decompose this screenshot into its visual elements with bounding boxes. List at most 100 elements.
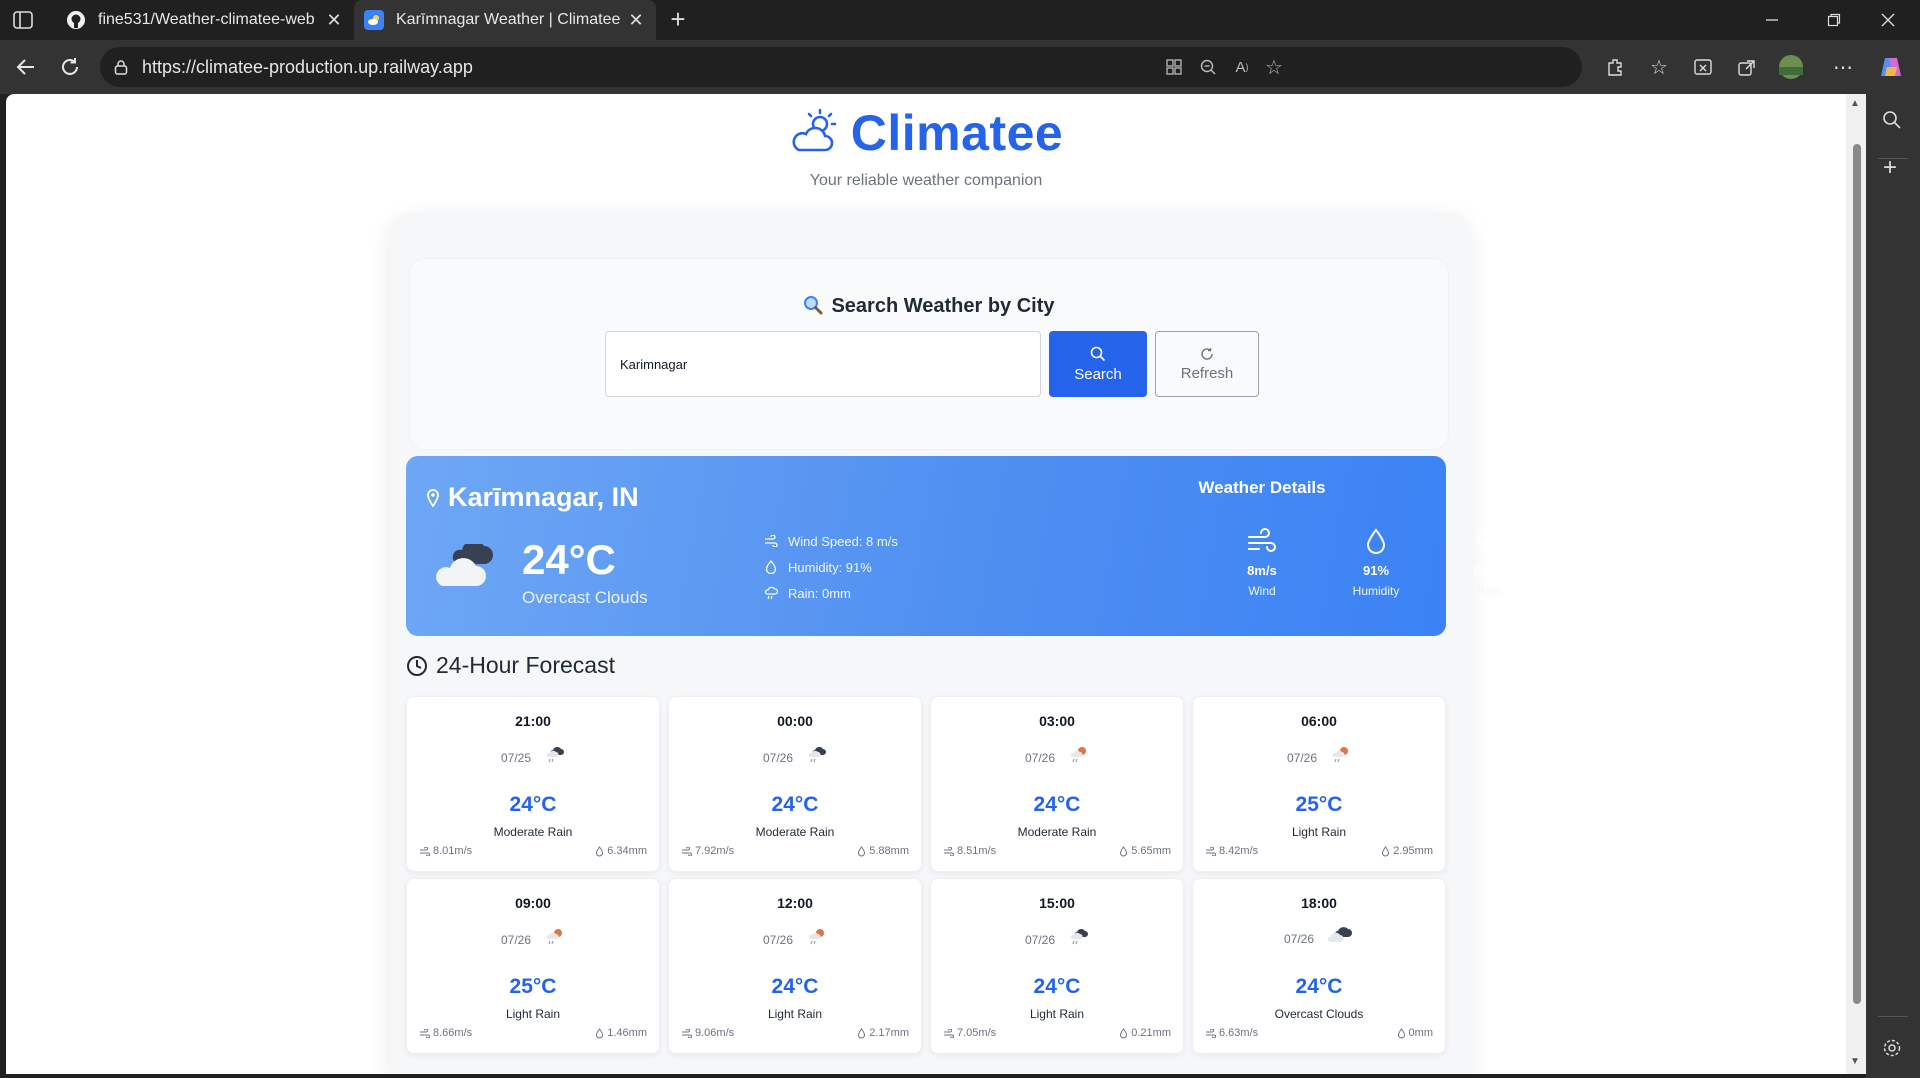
wind-icon (682, 1028, 692, 1038)
scroll-down-arrow-icon[interactable]: ▼ (1850, 1056, 1860, 1067)
forecast-card-1200: 12:00 07/26 24°C Light Rain 9.06m/s 2.17… (668, 878, 922, 1054)
scrollbar-thumb[interactable] (1853, 144, 1861, 1004)
forecast-rain-value: 0.21mm (1131, 1027, 1171, 1039)
forecast-wind-value: 9.06m/s (695, 1027, 735, 1039)
copilot-icon[interactable] (1878, 54, 1904, 80)
humidity-text: Humidity: 91% (788, 559, 872, 575)
forecast-wind: 8.66m/s (419, 1027, 472, 1039)
search-heading: Search Weather by City (410, 295, 1448, 321)
droplet-icon (1120, 1027, 1128, 1038)
forecast-stats: 8.51m/s 5.65mm (943, 845, 1171, 857)
address-toolbar: https://climatee-production.up.railway.a… (0, 40, 1920, 94)
more-options-icon[interactable]: ⋯ (1830, 54, 1856, 80)
forecast-temp: 25°C (1295, 793, 1343, 816)
favorites-icon[interactable]: ☆ (1646, 54, 1672, 80)
forecast-temp: 25°C (509, 975, 557, 998)
rain-cloud-icon (1476, 527, 1504, 553)
tab-climatee[interactable]: Karīmnagar Weather | Climatee ✕ (354, 0, 656, 40)
forecast-rain-value: 5.88mm (869, 845, 909, 857)
detail-wind: 8m/s Wind (1217, 528, 1307, 598)
forecast-temp: 24°C (1033, 793, 1081, 816)
wind-icon (1248, 528, 1276, 552)
forecast-description: Light Rain (505, 1007, 561, 1021)
close-icon[interactable]: ✕ (324, 10, 344, 30)
forecast-heading: 24-Hour Forecast (406, 652, 615, 679)
detail-humidity: 91% Humidity (1331, 528, 1421, 598)
wind-icon (1206, 846, 1216, 856)
forecast-description: Moderate Rain (493, 825, 573, 839)
screenshot-icon[interactable] (1690, 54, 1716, 80)
forecast-wind-value: 8.42m/s (1219, 845, 1259, 857)
location-pin-icon (427, 488, 439, 507)
read-aloud-icon[interactable]: A) (1230, 57, 1254, 77)
favorite-star-icon[interactable]: ☆ (1262, 57, 1286, 79)
close-icon[interactable]: ✕ (626, 10, 646, 30)
restore-icon[interactable] (1822, 8, 1846, 32)
page-viewport: Climatee Your reliable weather companion… (6, 94, 1846, 1074)
profile-avatar[interactable] (1778, 54, 1804, 80)
new-tab-plus-icon[interactable]: + (664, 6, 692, 34)
city-search-input[interactable] (605, 331, 1041, 397)
forecast-date: 07/26 (762, 750, 794, 765)
rain-day-icon (545, 927, 565, 952)
forecast-date: 07/25 (500, 750, 532, 765)
app-available-icon[interactable] (1162, 57, 1186, 77)
forecast-wind: 8.42m/s (1205, 845, 1258, 857)
url-text: https://climatee-production.up.railway.a… (142, 57, 473, 77)
forecast-rain: 5.88mm (857, 845, 909, 857)
add-sidebar-app-plus-icon[interactable]: + (1883, 154, 1897, 182)
magnifier-icon (803, 295, 823, 321)
forecast-rain-value: 6.34mm (607, 845, 647, 857)
extensions-icon[interactable] (1602, 54, 1628, 80)
forecast-rain: 0.21mm (1119, 1027, 1171, 1039)
minimize-icon[interactable] (1760, 8, 1784, 32)
forecast-time: 03:00 (1039, 713, 1075, 729)
search-icon[interactable] (1882, 110, 1902, 135)
forecast-rain: 1.46mm (595, 1027, 647, 1039)
close-window-icon[interactable] (1876, 8, 1900, 32)
search-icon (1090, 346, 1106, 361)
droplet-icon (1382, 845, 1390, 856)
zoom-out-icon[interactable] (1196, 57, 1220, 77)
search-section: Search Weather by City Search Refresh (409, 258, 1449, 450)
current-condition: Overcast Clouds (522, 588, 648, 607)
scroll-up-arrow-icon[interactable]: ▲ (1850, 98, 1860, 109)
overcast-cloud-icon (436, 540, 498, 593)
forecast-description: Light Rain (1029, 1007, 1085, 1021)
forecast-temp: 24°C (509, 793, 557, 816)
sidebar-toggle-icon[interactable] (12, 10, 34, 30)
wind-icon (420, 846, 430, 856)
page-scrollbar[interactable]: ▲ ▼ (1846, 94, 1866, 1074)
wind-speed-text: Wind Speed: 8 m/s (788, 533, 898, 549)
settings-gear-icon[interactable] (1882, 1038, 1902, 1063)
forecast-card-0000: 00:00 07/26 24°C Moderate Rain 7.92m/s 5… (668, 696, 922, 872)
browser-sidebar: + (1866, 94, 1920, 1078)
browser-tab-bar: fine531/Weather-climatee-web ✕ Karīmnaga… (0, 0, 1920, 40)
back-arrow-icon[interactable] (12, 53, 40, 81)
tab-github[interactable]: fine531/Weather-climatee-web ✕ (56, 0, 354, 40)
forecast-stats: 6.63m/s 0mm (1205, 1027, 1433, 1039)
rain-text: Rain: 0mm (788, 585, 851, 601)
rain-night-icon (1069, 927, 1089, 952)
forecast-date-row: 07/26 (407, 927, 659, 952)
current-quick-stats: Wind Speed: 8 m/s Humidity: 91% Rain: 0m… (764, 528, 898, 606)
detail-rain-value: 0mm (1473, 563, 1505, 578)
share-icon[interactable] (1734, 54, 1760, 80)
rain-day-icon (807, 927, 827, 952)
forecast-card-1500: 15:00 07/26 24°C Light Rain 7.05m/s 0.21… (930, 878, 1184, 1054)
forecast-card-0300: 03:00 07/26 24°C Moderate Rain 8.51m/s 5… (930, 696, 1184, 872)
forecast-time: 21:00 (515, 713, 551, 729)
forecast-rain-value: 0mm (1408, 1027, 1433, 1039)
address-bar[interactable]: https://climatee-production.up.railway.a… (100, 47, 1582, 87)
forecast-date-row: 07/26 (1193, 745, 1445, 770)
droplet-icon (1397, 1027, 1405, 1038)
droplet-icon (596, 1027, 604, 1038)
search-button[interactable]: Search (1049, 331, 1147, 397)
refresh-button[interactable]: Refresh (1155, 331, 1259, 397)
reload-icon[interactable] (56, 53, 84, 81)
rain-day-icon (1331, 745, 1351, 770)
forecast-date-row: 07/25 (407, 745, 659, 770)
forecast-time: 12:00 (777, 895, 813, 911)
lock-icon[interactable] (114, 59, 128, 80)
forecast-rain-value: 1.46mm (607, 1027, 647, 1039)
